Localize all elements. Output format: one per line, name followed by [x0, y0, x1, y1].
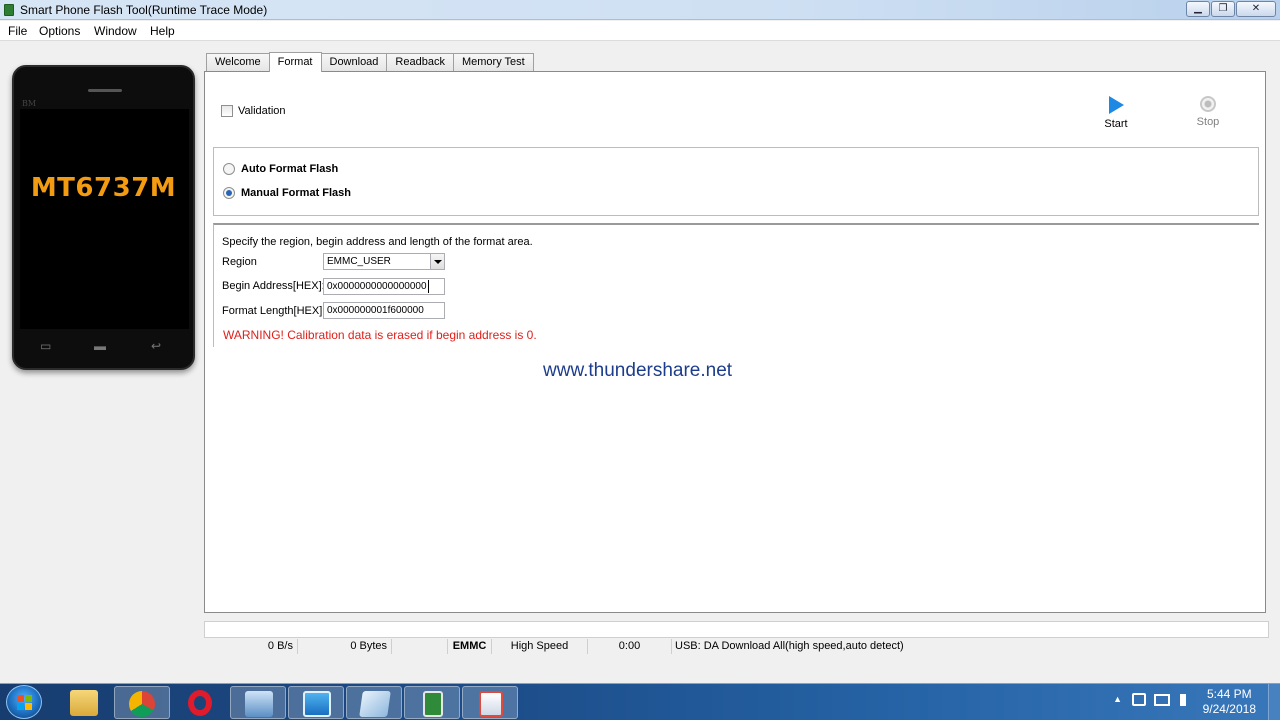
- monitor-icon: [245, 691, 273, 717]
- menu-file[interactable]: File: [8, 24, 27, 38]
- close-button[interactable]: ✕: [1236, 1, 1276, 17]
- manual-format-radio[interactable]: [223, 187, 235, 199]
- status-bytes: 0 Bytes: [298, 639, 392, 654]
- status-mode: High Speed: [492, 639, 588, 654]
- windows-flag-icon: [17, 695, 32, 710]
- manual-format-option[interactable]: Manual Format Flash: [223, 187, 351, 199]
- clock-date: 9/24/2018: [1202, 702, 1256, 716]
- play-icon: [1108, 96, 1124, 114]
- chevron-down-icon[interactable]: [430, 254, 444, 269]
- window-title: Smart Phone Flash Tool(Runtime Trace Mod…: [20, 3, 268, 17]
- format-length-label: Format Length[HEX]:: [222, 305, 326, 317]
- format-area-description: Specify the region, begin address and le…: [222, 236, 533, 248]
- begin-address-value: 0x0000000000000000: [327, 281, 427, 292]
- auto-format-option[interactable]: Auto Format Flash: [223, 163, 338, 175]
- begin-address-label: Begin Address[HEX]:: [222, 280, 325, 292]
- document-icon: [479, 691, 503, 717]
- format-mode-group: Auto Format Flash Manual Format Flash: [213, 147, 1259, 216]
- show-desktop-button[interactable]: [1268, 684, 1280, 720]
- menu-options[interactable]: Options: [39, 24, 80, 38]
- taskbar-file-explorer[interactable]: [56, 686, 112, 719]
- validation-checkbox-row[interactable]: Validation: [221, 105, 286, 117]
- tab-format[interactable]: Format: [268, 52, 322, 72]
- status-spacer: [392, 639, 448, 654]
- back-key-icon: ↩: [151, 339, 162, 353]
- start-button[interactable]: [6, 685, 42, 719]
- menu-window[interactable]: Window: [94, 24, 137, 38]
- clock-time: 5:44 PM: [1206, 687, 1252, 701]
- phone-brand: BM: [22, 99, 37, 108]
- flash-tool-icon: [423, 691, 443, 717]
- tab-bar: Welcome Format Download Readback Memory …: [206, 52, 534, 72]
- format-length-input[interactable]: 0x000000001f600000: [323, 302, 445, 319]
- minimize-button[interactable]: ▁: [1186, 1, 1210, 17]
- format-panel: Validation Start Stop Auto Format Flash …: [204, 71, 1266, 613]
- text-cursor-icon: [428, 280, 429, 293]
- taskbar-chrome[interactable]: [114, 686, 170, 719]
- chip-label: MT6737M: [30, 173, 177, 203]
- stop-button[interactable]: Stop: [1193, 96, 1223, 128]
- stop-icon: [1200, 96, 1216, 112]
- start-button[interactable]: Start: [1101, 96, 1131, 130]
- taskbar-snipping-tool[interactable]: [288, 686, 344, 719]
- region-value: EMMC_USER: [327, 256, 391, 267]
- tab-readback[interactable]: Readback: [386, 53, 454, 72]
- status-speed: 0 B/s: [204, 639, 298, 654]
- taskbar-opera[interactable]: [172, 686, 228, 719]
- taskbar-flash-tool[interactable]: [404, 686, 460, 719]
- window-controls: ▁ ❐ ✕: [1186, 1, 1276, 17]
- taskbar-notepad[interactable]: [346, 686, 402, 719]
- phone-buttons: ▭ ▬ ↩: [14, 339, 193, 359]
- format-area-group: Specify the region, begin address and le…: [213, 223, 1259, 347]
- start-label: Start: [1104, 118, 1128, 130]
- manual-format-label: Manual Format Flash: [241, 187, 352, 199]
- opera-icon: [188, 690, 212, 716]
- watermark-url: www.thundershare.net: [543, 360, 733, 381]
- auto-format-radio[interactable]: [223, 163, 235, 175]
- phone-screen: [20, 109, 189, 329]
- taskbar-document-viewer[interactable]: [462, 686, 518, 719]
- auto-format-label: Auto Format Flash: [241, 163, 339, 175]
- format-length-value: 0x000000001f600000: [327, 305, 424, 316]
- menu-key-icon: ▭: [40, 339, 52, 353]
- network-icon[interactable]: [1154, 694, 1170, 706]
- menu-bar: File Options Window Help: [0, 21, 1280, 41]
- calibration-warning: WARNING! Calibration data is erased if b…: [223, 328, 537, 342]
- tray-overflow-icon[interactable]: ▲: [1113, 694, 1122, 704]
- region-label: Region: [222, 256, 257, 268]
- status-storage: EMMC: [448, 639, 492, 654]
- status-usb: USB: DA Download All(high speed,auto det…: [675, 640, 904, 652]
- region-select[interactable]: EMMC_USER: [323, 253, 445, 270]
- clock[interactable]: 5:44 PM 9/24/2018: [1203, 687, 1256, 717]
- stop-label: Stop: [1196, 116, 1220, 128]
- status-bar: 0 B/s 0 Bytes EMMC High Speed 0:00 USB: …: [204, 639, 1269, 654]
- status-time: 0:00: [588, 639, 672, 654]
- begin-address-input[interactable]: 0x0000000000000000: [323, 278, 445, 295]
- phone-speaker: [88, 89, 122, 92]
- notepad-icon: [359, 691, 391, 717]
- title-bar: Smart Phone Flash Tool(Runtime Trace Mod…: [0, 0, 1280, 20]
- app-icon: [4, 4, 14, 16]
- action-center-icon[interactable]: [1132, 693, 1146, 706]
- taskbar: ▲ 5:44 PM 9/24/2018: [0, 683, 1280, 720]
- home-key-icon: ▬: [94, 339, 106, 353]
- snipping-tool-icon: [303, 691, 331, 717]
- tab-download[interactable]: Download: [320, 53, 388, 72]
- tab-welcome[interactable]: Welcome: [206, 53, 270, 72]
- folder-icon: [70, 690, 98, 716]
- progress-bar: [204, 621, 1269, 638]
- chrome-icon: [129, 691, 155, 717]
- validation-checkbox[interactable]: [221, 105, 233, 117]
- volume-icon[interactable]: [1180, 694, 1194, 706]
- tab-memory-test[interactable]: Memory Test: [452, 53, 534, 72]
- menu-help[interactable]: Help: [150, 24, 175, 38]
- validation-label: Validation: [238, 105, 286, 117]
- phone-illustration: BM MT6737M ▭ ▬ ↩: [12, 65, 195, 370]
- maximize-button[interactable]: ❐: [1211, 1, 1235, 17]
- taskbar-remote-desktop[interactable]: [230, 686, 286, 719]
